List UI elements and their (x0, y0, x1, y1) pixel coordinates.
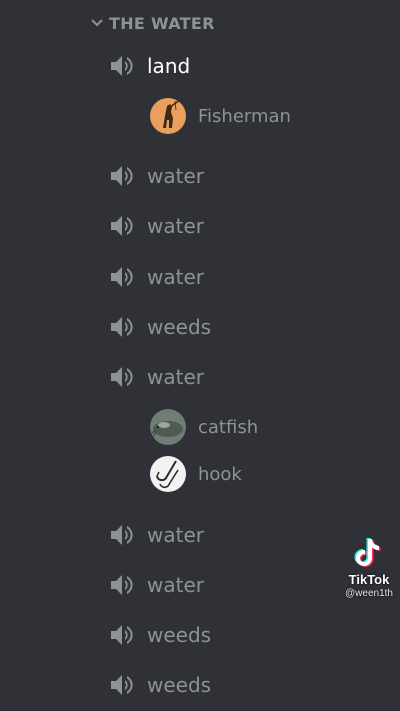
speaker-icon (108, 54, 136, 78)
tiktok-handle: @ween1th (345, 588, 393, 599)
channel-label: water (147, 573, 204, 597)
chevron-down-icon (91, 19, 103, 27)
username: catfish (198, 416, 259, 438)
voice-user-catfish[interactable]: catfish (150, 409, 258, 445)
voice-channel-water[interactable]: water (108, 520, 204, 550)
speaker-icon (108, 315, 136, 339)
username: Fisherman (198, 105, 291, 127)
channel-label: weeds (147, 623, 212, 647)
voice-channel-weeds[interactable]: weeds (108, 312, 211, 342)
voice-channel-water[interactable]: water (108, 161, 204, 191)
speaker-icon (108, 214, 136, 238)
channel-label: land (147, 54, 191, 78)
hook-avatar (150, 456, 186, 492)
username: hook (198, 463, 242, 485)
voice-channel-water[interactable]: water (108, 262, 204, 292)
speaker-icon (108, 523, 136, 547)
speaker-icon (108, 164, 136, 188)
tiktok-logo-icon (354, 538, 381, 568)
speaker-icon (108, 365, 136, 389)
voice-channel-water[interactable]: water (108, 211, 204, 241)
fisherman-avatar (150, 98, 186, 134)
category-title: THE WATER (109, 13, 215, 33)
voice-channel-water[interactable]: water (108, 362, 204, 392)
tiktok-brand: TikTok (348, 572, 390, 587)
channel-label: water (147, 523, 204, 547)
voice-channel-water[interactable]: water (108, 570, 204, 600)
speaker-icon (108, 265, 136, 289)
voice-channel-weeds[interactable]: weeds (108, 670, 211, 700)
channel-label: water (147, 214, 204, 238)
channel-label: weeds (147, 673, 212, 697)
voice-user-fisherman[interactable]: Fisherman (150, 98, 291, 134)
tiktok-watermark: TikTok @ween1th (338, 536, 400, 599)
channel-label: water (147, 265, 204, 289)
speaker-icon (108, 623, 136, 647)
category-the-water[interactable]: THE WATER (90, 10, 215, 36)
channel-label: water (147, 164, 204, 188)
channel-label: water (147, 365, 204, 389)
voice-user-hook[interactable]: hook (150, 456, 242, 492)
voice-channel-land[interactable]: land (108, 51, 190, 81)
catfish-avatar (150, 409, 186, 445)
channel-label: weeds (147, 315, 212, 339)
voice-channel-list: THE WATER land Fisherman water water wat… (0, 0, 400, 711)
speaker-icon (108, 673, 136, 697)
speaker-icon (108, 573, 136, 597)
voice-channel-weeds[interactable]: weeds (108, 620, 211, 650)
